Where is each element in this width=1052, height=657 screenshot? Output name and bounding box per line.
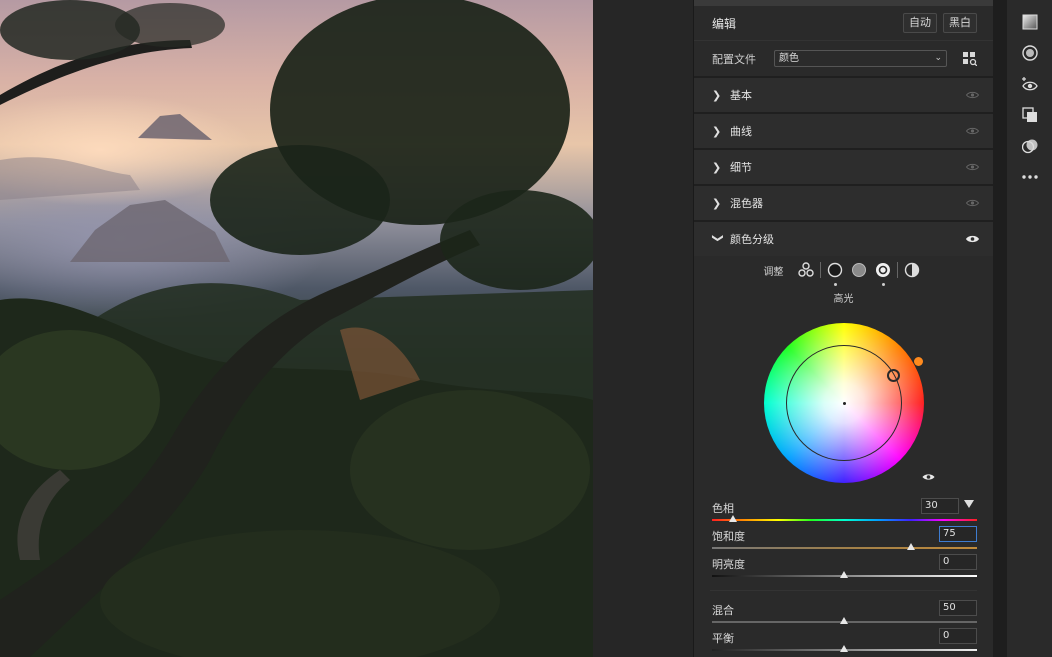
mode-separator [819, 262, 821, 278]
blending-thumb[interactable] [840, 617, 848, 624]
chevron-down-icon: ⌄ [934, 53, 942, 63]
section-basic[interactable]: ❯ 基本 [694, 76, 993, 112]
slider-divider [710, 581, 977, 591]
edit-panel: 编辑 自动 黑白 配置文件 颜色 ⌄ ❯ 基本 ❯ 曲线 ❯ 细节 ❯ 混色器 … [693, 0, 993, 657]
indicator-dot [881, 283, 885, 286]
eye-icon[interactable] [966, 199, 979, 207]
eye-icon[interactable] [966, 91, 979, 99]
section-label: 曲线 [730, 125, 752, 138]
section-curve[interactable]: ❯ 曲线 [694, 112, 993, 148]
three-way-icon[interactable] [794, 258, 818, 282]
section-label: 细节 [730, 161, 752, 174]
tool-strip [1007, 0, 1052, 657]
panel-gutter [993, 0, 1007, 657]
red-eye-icon[interactable] [1020, 74, 1040, 94]
luminance-slider[interactable]: 明亮度 0 [694, 553, 993, 581]
balance-thumb[interactable] [840, 645, 848, 652]
mode-separator [896, 262, 898, 278]
chevron-down-icon: ❯ [711, 233, 725, 243]
panel-title: 编辑 [712, 16, 737, 31]
section-label: 混色器 [730, 197, 763, 210]
radial-gradient-icon[interactable] [1020, 43, 1040, 63]
chevron-right-icon: ❯ [712, 124, 722, 138]
section-detail[interactable]: ❯ 细节 [694, 148, 993, 184]
blending-label: 混合 [712, 604, 734, 617]
luminance-thumb[interactable] [840, 571, 848, 578]
adjust-label: 调整 [763, 266, 784, 278]
linear-gradient-icon[interactable] [1020, 12, 1040, 32]
luminance-label: 明亮度 [712, 558, 745, 571]
section-color-mixer[interactable]: ❯ 混色器 [694, 184, 993, 220]
presets-icon[interactable] [1020, 136, 1040, 156]
chevron-right-icon: ❯ [712, 88, 722, 102]
highlights-icon[interactable] [871, 258, 895, 286]
profile-browser-icon[interactable] [963, 51, 977, 66]
saturation-thumb[interactable] [907, 543, 915, 550]
eye-icon[interactable] [966, 127, 979, 135]
photo-canvas[interactable] [0, 0, 593, 657]
profile-select[interactable]: 颜色 ⌄ [774, 50, 947, 67]
midtones-icon[interactable] [847, 258, 871, 282]
saturation-value-input[interactable]: 75 [939, 526, 977, 542]
app-window: 编辑 自动 黑白 配置文件 颜色 ⌄ ❯ 基本 ❯ 曲线 ❯ 细节 ❯ 混色器 … [0, 0, 1052, 657]
snapshots-icon[interactable] [1020, 105, 1040, 125]
eye-icon[interactable] [966, 235, 979, 243]
profile-value: 颜色 [779, 53, 799, 64]
blending-slider[interactable]: 混合 50 [694, 599, 993, 627]
balance-label: 平衡 [712, 632, 734, 645]
eye-icon[interactable] [922, 473, 935, 481]
profile-label: 配置文件 [712, 52, 756, 66]
blending-value-input[interactable]: 50 [939, 600, 977, 616]
hue-handle-dot[interactable] [914, 357, 923, 366]
triangle-down-icon[interactable] [964, 500, 974, 508]
section-label: 颜色分级 [730, 233, 774, 246]
canvas-background [593, 0, 693, 657]
luminance-value-input[interactable]: 0 [939, 554, 977, 570]
shadows-icon[interactable] [823, 258, 847, 286]
auto-button[interactable]: 自动 [903, 13, 937, 33]
chevron-right-icon: ❯ [712, 160, 722, 174]
black-white-button[interactable]: 黑白 [943, 13, 977, 33]
saturation-slider[interactable]: 饱和度 75 [694, 525, 993, 553]
saturation-label: 饱和度 [712, 530, 745, 543]
panel-header: 编辑 自动 黑白 [694, 6, 993, 40]
hue-label: 色相 [712, 502, 734, 515]
profile-row: 配置文件 颜色 ⌄ [694, 40, 993, 76]
color-wheel-area [694, 305, 994, 495]
balance-slider[interactable]: 平衡 0 [694, 627, 993, 655]
wheel-handle[interactable] [887, 369, 900, 382]
chevron-right-icon: ❯ [712, 196, 722, 210]
wheel-title: 高光 [833, 294, 854, 305]
hue-slider[interactable]: 色相 30 [694, 497, 993, 525]
hue-track [712, 519, 977, 521]
hue-thumb[interactable] [729, 515, 737, 522]
hue-value-input[interactable]: 30 [921, 498, 959, 514]
wheel-center-point [843, 402, 846, 405]
section-label: 基本 [730, 89, 752, 102]
balance-value-input[interactable]: 0 [939, 628, 977, 644]
more-options-icon[interactable] [1020, 167, 1040, 187]
adjust-mode-row: 调整 [694, 256, 993, 286]
global-icon[interactable] [900, 258, 924, 282]
eye-icon[interactable] [966, 163, 979, 171]
section-color-grading[interactable]: ❯ 颜色分级 [694, 220, 993, 256]
landscape-photo [0, 0, 593, 657]
saturation-track [712, 547, 977, 549]
indicator-dot [833, 283, 837, 286]
